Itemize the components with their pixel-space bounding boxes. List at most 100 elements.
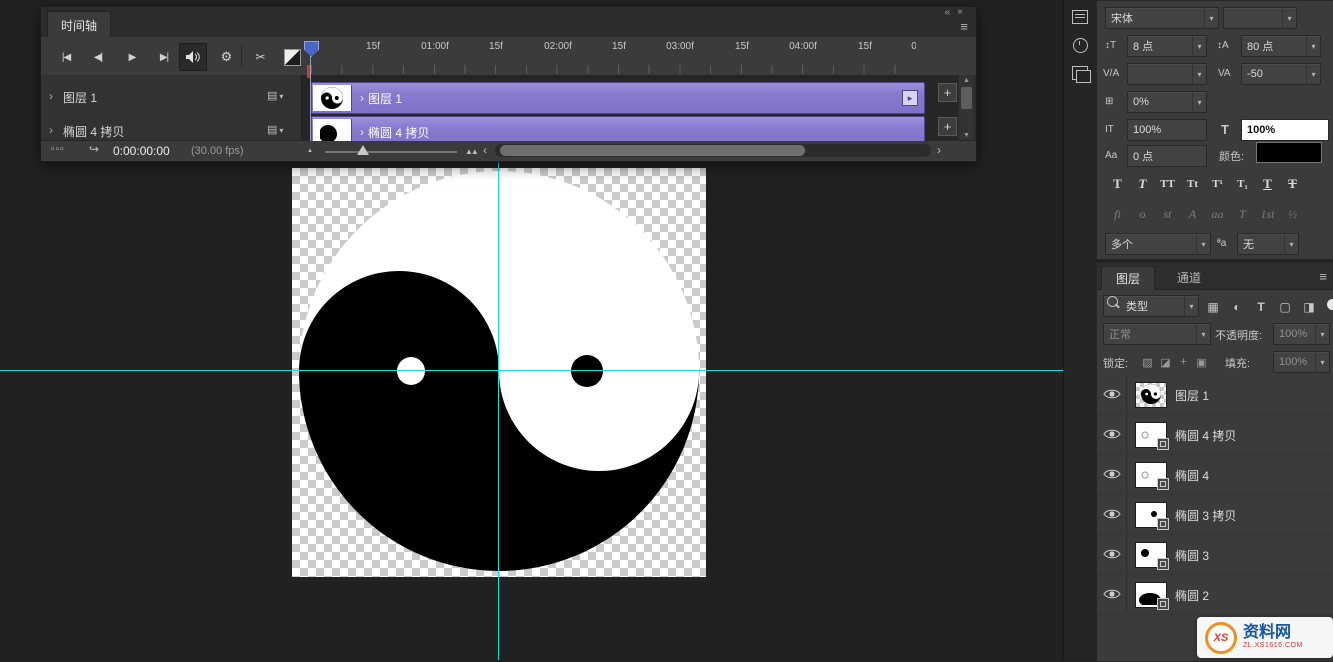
titling-alternates-button[interactable]: T	[1230, 203, 1255, 225]
font-size-select[interactable]: 8 点 ▾	[1127, 35, 1207, 57]
stylistic-alternates-button[interactable]: aa	[1205, 203, 1230, 225]
layer-row[interactable]: 椭圆 2	[1097, 575, 1333, 615]
layer-thumbnail[interactable]	[1135, 502, 1167, 528]
discretionary-ligatures-button[interactable]: st	[1155, 203, 1180, 225]
small-caps-button[interactable]: Tt	[1180, 173, 1205, 195]
filter-shape-layers-icon[interactable]: ▢	[1275, 297, 1295, 317]
layer-thumbnail[interactable]	[1135, 422, 1167, 448]
zoom-out-icon[interactable]: ▲	[307, 148, 313, 154]
track-name[interactable]: 椭圆 4 拷贝	[63, 123, 124, 140]
track-output-toggle[interactable]: ▤▾	[267, 123, 283, 136]
visibility-toggle[interactable]	[1097, 455, 1127, 493]
tab-layers[interactable]: 图层	[1101, 266, 1155, 290]
scrollbar-thumb[interactable]	[500, 145, 805, 156]
proportional-spacing-select[interactable]: 0% ▾	[1127, 91, 1207, 113]
all-caps-button[interactable]: TT	[1155, 173, 1180, 195]
layer-thumbnail[interactable]	[1135, 462, 1167, 488]
swash-button[interactable]: A	[1180, 203, 1205, 225]
vertical-scale-field[interactable]: 100%	[1127, 119, 1207, 141]
close-icon[interactable]: ×	[957, 7, 970, 18]
lock-all-icon[interactable]: ▣	[1193, 353, 1210, 371]
layer-row[interactable]: 椭圆 4 拷贝	[1097, 415, 1333, 455]
layer-thumbnail[interactable]	[1135, 382, 1167, 408]
layer-row[interactable]: 椭圆 3	[1097, 535, 1333, 575]
tab-timeline[interactable]: 时间轴	[47, 11, 111, 38]
scroll-down-icon[interactable]: ▼	[959, 132, 974, 139]
play-button[interactable]: ▶	[119, 45, 145, 69]
split-at-playhead-button[interactable]: ✂	[247, 45, 273, 69]
zoom-slider-track[interactable]	[325, 151, 457, 153]
panel-dock-button[interactable]	[1069, 34, 1091, 56]
baseline-shift-field[interactable]: 0 点	[1127, 145, 1207, 167]
render-video-icon[interactable]: ↪	[89, 142, 99, 156]
zoom-slider-thumb[interactable]	[357, 145, 369, 155]
add-media-button[interactable]: +	[938, 117, 957, 136]
language-select[interactable]: 多个 ▾	[1105, 233, 1211, 255]
horizontal-guide[interactable]	[0, 370, 1063, 371]
anti-alias-select[interactable]: 无 ▾	[1237, 233, 1299, 255]
layer-filter-select[interactable]: 类型 ▾	[1103, 295, 1199, 317]
underline-button[interactable]: T	[1255, 173, 1280, 195]
contextual-alternates-button[interactable]: o	[1130, 203, 1155, 225]
lock-transparent-pixels-icon[interactable]: ▨	[1139, 353, 1156, 371]
panel-dock-button[interactable]	[1069, 62, 1091, 84]
first-frame-button[interactable]: |◀	[53, 45, 79, 69]
filter-toggle[interactable]	[1327, 299, 1333, 310]
layer-name[interactable]: 椭圆 3 拷贝	[1175, 507, 1236, 524]
clip-end-control[interactable]: ▸	[902, 90, 918, 106]
tracking-select[interactable]: -50 ▾	[1241, 63, 1321, 85]
visibility-toggle[interactable]	[1097, 375, 1127, 413]
scroll-left-icon[interactable]: ‹	[483, 143, 487, 157]
layer-row[interactable]: 椭圆 3 拷贝	[1097, 495, 1333, 535]
disclosure-icon[interactable]: ›	[49, 123, 53, 137]
layer-name[interactable]: 椭圆 4	[1175, 467, 1209, 484]
timeline-scrollbar[interactable]	[495, 144, 931, 157]
layer-thumbnail[interactable]	[1135, 542, 1167, 568]
opacity-select[interactable]: 100% ▾	[1273, 323, 1330, 345]
layer-row[interactable]: 椭圆 4	[1097, 455, 1333, 495]
subscript-button[interactable]: T₁	[1230, 173, 1255, 195]
fill-select[interactable]: 100% ▾	[1273, 351, 1330, 373]
faux-italic-button[interactable]: T	[1130, 173, 1155, 195]
vertical-guide[interactable]	[498, 161, 499, 660]
text-color-swatch[interactable]	[1257, 143, 1321, 162]
track-name[interactable]: 图层 1	[63, 89, 97, 106]
layer-name[interactable]: 图层 1	[1175, 387, 1209, 404]
filter-type-layers-icon[interactable]: T	[1251, 297, 1271, 317]
scroll-right-icon[interactable]: ›	[937, 143, 941, 157]
filter-adjustment-layers-icon[interactable]: ◐	[1227, 297, 1247, 317]
panel-menu-icon[interactable]: ≡	[1319, 269, 1327, 284]
layer-name[interactable]: 椭圆 4 拷贝	[1175, 427, 1236, 444]
font-family-select[interactable]: 宋体 ▾	[1105, 7, 1219, 29]
lock-position-icon[interactable]: +	[1175, 353, 1192, 371]
disclosure-icon[interactable]: ›	[360, 125, 364, 139]
disclosure-icon[interactable]: ›	[360, 91, 364, 105]
visibility-toggle[interactable]	[1097, 575, 1127, 613]
gear-icon[interactable]: ⚙	[213, 45, 239, 69]
next-frame-button[interactable]: ▶|	[151, 45, 177, 69]
collapse-icon[interactable]: «	[945, 7, 958, 18]
tab-channels[interactable]: 通道	[1163, 266, 1215, 289]
visibility-toggle[interactable]	[1097, 415, 1127, 453]
horizontal-scale-field[interactable]: 100%	[1241, 119, 1329, 141]
lock-image-pixels-icon[interactable]: ◪	[1157, 353, 1174, 371]
timeline-clip[interactable]: › 椭圆 4 拷贝	[311, 116, 925, 141]
strikethrough-button[interactable]: T	[1280, 173, 1305, 195]
panel-dock-button[interactable]	[1069, 6, 1091, 28]
ordinals-button[interactable]: 1st	[1255, 203, 1280, 225]
layer-thumbnail[interactable]	[1135, 582, 1167, 608]
filter-pixel-layers-icon[interactable]: ▦	[1203, 297, 1223, 317]
layer-row[interactable]: 图层 1	[1097, 375, 1333, 415]
track-output-toggle[interactable]: ▤▾	[267, 89, 283, 102]
visibility-toggle[interactable]	[1097, 535, 1127, 573]
scrollbar-thumb[interactable]	[961, 87, 972, 109]
leading-select[interactable]: 80 点 ▾	[1241, 35, 1321, 57]
ligatures-button[interactable]: fi	[1105, 203, 1130, 225]
panel-menu-icon[interactable]: ≡	[960, 19, 968, 34]
work-area-start[interactable]	[307, 65, 310, 78]
mute-audio-button[interactable]	[179, 43, 207, 71]
faux-bold-button[interactable]: T	[1105, 173, 1130, 195]
font-style-select[interactable]: ▾	[1223, 7, 1297, 29]
scroll-up-icon[interactable]: ▲	[959, 77, 974, 84]
time-ruler[interactable]: 15f 01:00f 15f 02:00f 15f 03:00f 15f 04:…	[301, 37, 916, 75]
